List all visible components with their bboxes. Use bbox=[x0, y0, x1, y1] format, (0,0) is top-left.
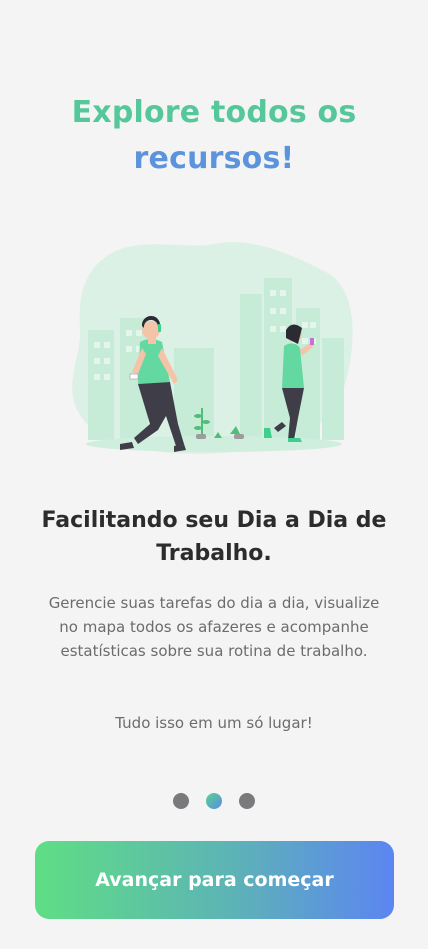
page-title-line2: recursos! bbox=[133, 141, 295, 177]
feature-subtitle: Facilitando seu Dia a Dia de Trabalho. bbox=[41, 508, 387, 567]
pagination-dot-3[interactable] bbox=[239, 793, 255, 809]
feature-tagline: Tudo isso em um só lugar! bbox=[115, 714, 313, 732]
page-title: Explore todos os recursos! bbox=[0, 90, 428, 182]
people-walking-city-illustration bbox=[64, 238, 364, 460]
feature-description: Gerencie suas tarefas do dia a dia, visu… bbox=[48, 594, 380, 660]
advance-button[interactable]: Avançar para começar bbox=[35, 841, 394, 919]
pagination-dots bbox=[0, 793, 428, 809]
pagination-dot-2-active[interactable] bbox=[206, 793, 222, 809]
page-title-line1: Explore todos os bbox=[71, 95, 357, 131]
pagination-dot-1[interactable] bbox=[173, 793, 189, 809]
